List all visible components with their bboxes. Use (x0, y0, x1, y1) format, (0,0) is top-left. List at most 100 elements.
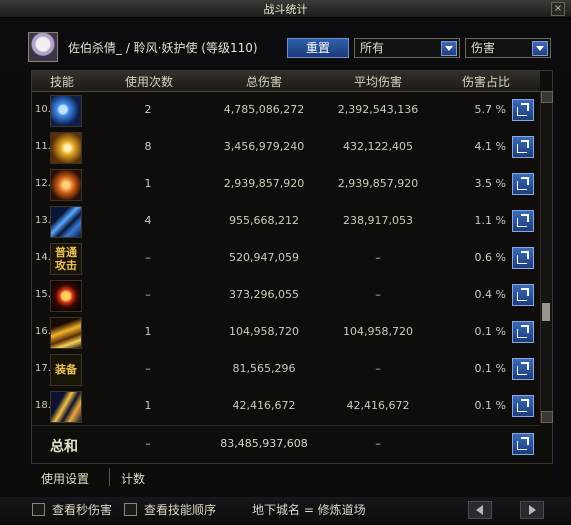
close-icon[interactable]: × (551, 2, 565, 16)
share-icon[interactable] (512, 395, 534, 417)
stat-type-select-value: 伤害 (471, 41, 496, 55)
share-icon[interactable] (512, 210, 534, 232)
tab-divider (109, 468, 110, 486)
stats-header: 佐伯杀倩_ / 聆风·妖护使 (等级110) 重置 所有 伤害 (0, 18, 571, 70)
dungeon-name: 地下城名 = 修炼道场 (252, 503, 366, 517)
golden-flame-skill-icon (50, 317, 82, 349)
normal-attack-icon: 普通攻击 (50, 243, 82, 275)
damage-share: 4.1 % (474, 140, 506, 153)
row-index: 17. (35, 363, 51, 374)
table-row: 11. 8 3,456,979,240 432,122,405 4.1 % (32, 129, 540, 166)
show-dps-checkbox[interactable] (32, 503, 45, 516)
bottom-tab-bar: 使用设置 计数 (31, 463, 551, 492)
uses-count: 1 (144, 325, 152, 338)
golden-strike-skill-icon (50, 391, 82, 423)
uses-count: 8 (144, 140, 152, 153)
table-row: 10. 2 4,785,086,272 2,392,543,136 5.7 % (32, 92, 540, 129)
table-row: 14. 普通攻击 – 520,947,059 – 0.6 % (32, 240, 540, 277)
avg-damage: 2,939,857,920 (337, 177, 419, 190)
row-index: 15. (35, 289, 51, 300)
table-row: 12. 1 2,939,857,920 2,939,857,920 3.5 % (32, 166, 540, 203)
column-avg-damage: 平均伤害 (353, 75, 402, 89)
row-index: 12. (35, 178, 51, 189)
total-damage: 4,785,086,272 (223, 103, 305, 116)
uses-count: 1 (144, 177, 152, 190)
window-title: 战斗统计 (263, 3, 308, 16)
uses-count: – (145, 288, 151, 301)
avg-damage: – (375, 288, 381, 301)
share-icon[interactable] (512, 433, 534, 455)
total-damage: 520,947,059 (229, 251, 299, 264)
avg-damage: – (375, 251, 381, 264)
scope-select[interactable]: 所有 (354, 38, 460, 58)
chevron-down-icon[interactable] (532, 41, 548, 56)
total-damage: 81,565,296 (232, 362, 296, 375)
total-damage: 42,416,672 (232, 399, 296, 412)
prev-arrow-icon[interactable] (468, 501, 492, 519)
share-icon[interactable] (512, 358, 534, 380)
row-index: 13. (35, 215, 51, 226)
table-row: 16. 1 104,958,720 104,958,720 0.1 % (32, 314, 540, 351)
total-damage: 373,296,055 (229, 288, 299, 301)
total-row: 总和 – 83,485,937,608 – (32, 425, 540, 463)
row-index: 11. (35, 141, 51, 152)
share-icon[interactable] (512, 136, 534, 158)
damage-share: 0.1 % (474, 362, 506, 375)
golden-swirl-skill-icon (50, 132, 82, 164)
blue-claw-skill-icon (50, 95, 82, 127)
window-titlebar: 战斗统计 × (0, 0, 571, 18)
column-total-damage: 总伤害 (245, 75, 282, 89)
total-damage: 955,668,212 (229, 214, 299, 227)
share-icon[interactable] (512, 284, 534, 306)
table-row: 17. 装备 – 81,565,296 – 0.1 % (32, 351, 540, 388)
damage-share: 0.4 % (474, 288, 506, 301)
total-damage: 3,456,979,240 (223, 140, 305, 153)
avg-damage: 2,392,543,136 (337, 103, 419, 116)
avg-damage: – (375, 362, 381, 375)
tab-count[interactable]: 计数 (121, 470, 145, 487)
uses-count: 1 (144, 399, 152, 412)
stat-type-select[interactable]: 伤害 (465, 38, 551, 58)
show-skill-order-checkbox[interactable] (124, 503, 137, 516)
equipment-icon: 装备 (50, 354, 82, 386)
chevron-down-icon[interactable] (441, 41, 457, 56)
uses-count: 4 (144, 214, 152, 227)
avg-damage: 42,416,672 (346, 399, 410, 412)
table-row: 13. 4 955,668,212 238,917,053 1.1 % (32, 203, 540, 240)
avatar (28, 32, 58, 62)
skill-stats-table: 技能 使用次数 总伤害 平均伤害 伤害占比 10. 2 4,785,086,272 2… (31, 70, 553, 464)
table-header: 技能 使用次数 总伤害 平均伤害 伤害占比 (32, 71, 540, 92)
scope-select-value: 所有 (360, 41, 385, 55)
fire-claw-skill-icon (50, 169, 82, 201)
avg-damage: 104,958,720 (343, 325, 413, 338)
scroll-up-button[interactable] (541, 91, 553, 103)
avg-damage: 238,917,053 (343, 214, 413, 227)
avg-damage: 432,122,405 (343, 140, 413, 153)
row-index: 18. (35, 400, 51, 411)
scroll-thumb[interactable] (542, 303, 550, 321)
total-damage: 2,939,857,920 (223, 177, 305, 190)
total-damage: 104,958,720 (229, 325, 299, 338)
next-arrow-icon[interactable] (520, 501, 544, 519)
damage-share: 0.1 % (474, 325, 506, 338)
column-skill: 技能 (49, 75, 74, 89)
row-index: 16. (35, 326, 51, 337)
table-row: 15. – 373,296,055 – 0.4 % (32, 277, 540, 314)
table-scrollbar[interactable] (540, 91, 553, 423)
share-icon[interactable] (512, 173, 534, 195)
footer-bar: 查看秒伤害 查看技能顺序 地下城名 = 修炼道场 (0, 497, 571, 525)
damage-share: 1.1 % (474, 214, 506, 227)
share-icon[interactable] (512, 99, 534, 121)
share-icon[interactable] (512, 247, 534, 269)
scroll-down-button[interactable] (541, 411, 553, 423)
row-index: 14. (35, 252, 51, 263)
reset-button[interactable]: 重置 (287, 38, 349, 58)
blue-slash-skill-icon (50, 206, 82, 238)
show-dps-label: 查看秒伤害 (52, 503, 113, 517)
uses-count: – (145, 362, 151, 375)
tab-usage-settings[interactable]: 使用设置 (41, 470, 89, 487)
damage-share: 5.7 % (474, 103, 506, 116)
character-name: 佐伯杀倩_ / 聆风·妖护使 (等级110) (68, 41, 258, 55)
uses-count: – (145, 251, 151, 264)
share-icon[interactable] (512, 321, 534, 343)
